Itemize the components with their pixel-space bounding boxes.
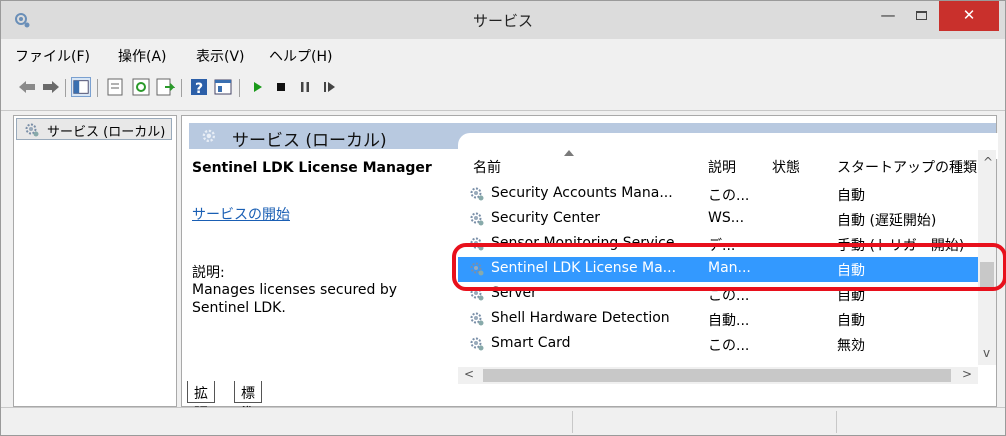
service-name-cell: Shell Hardware Detection bbox=[491, 310, 670, 326]
column-header-description[interactable]: 説明 bbox=[708, 157, 736, 177]
tree-item-label: サービス (ローカル) bbox=[47, 125, 166, 140]
properties-icon[interactable] bbox=[105, 77, 125, 97]
maximize-button[interactable] bbox=[906, 1, 936, 31]
toolbar-separator bbox=[97, 79, 98, 97]
services-gear-icon bbox=[25, 123, 39, 137]
services-gear-icon bbox=[202, 129, 216, 143]
column-header-name[interactable]: 名前 bbox=[473, 157, 501, 177]
toolbar-separator bbox=[65, 79, 66, 97]
scroll-down-icon[interactable]: v bbox=[983, 346, 990, 360]
toolbar: ? bbox=[1, 67, 1005, 111]
service-row[interactable]: Shell Hardware Detection 自動... 自動 bbox=[458, 307, 978, 332]
service-startup-cell: 自動 (遅延開始) bbox=[837, 213, 937, 229]
column-header-status[interactable]: 状態 bbox=[772, 157, 800, 177]
help-icon[interactable]: ? bbox=[189, 77, 209, 97]
highlight-annotation bbox=[452, 243, 1006, 291]
sort-ascending-icon bbox=[564, 150, 574, 156]
maximize-icon bbox=[915, 11, 927, 20]
view-icon[interactable] bbox=[213, 77, 233, 97]
restart-icon[interactable] bbox=[319, 77, 339, 97]
start-service-link[interactable]: サービスの開始 bbox=[192, 204, 290, 224]
status-bar bbox=[1, 407, 1005, 435]
description-text: Manages licenses secured by Sentinel LDK… bbox=[192, 282, 398, 316]
service-startup-cell: 自動 bbox=[837, 313, 865, 329]
menu-bar: ファイル(F) 操作(A) 表示(V) ヘルプ(H) bbox=[1, 43, 1005, 65]
title-bar[interactable]: サービス — ✕ bbox=[1, 1, 1005, 39]
service-name-cell: Security Center bbox=[491, 210, 601, 226]
service-gear-icon bbox=[470, 212, 484, 226]
forward-arrow-icon[interactable] bbox=[41, 77, 61, 97]
menu-file[interactable]: ファイル(F) bbox=[15, 46, 90, 66]
service-row[interactable]: Smart Card この... 無効 bbox=[458, 332, 978, 357]
service-startup-cell: 無効 bbox=[837, 338, 865, 354]
scroll-right-icon[interactable]: > bbox=[962, 367, 972, 381]
service-row[interactable]: Security Accounts Mana... この... 自動 bbox=[458, 182, 978, 207]
back-arrow-icon[interactable] bbox=[17, 77, 37, 97]
service-name-cell: Security Accounts Mana... bbox=[491, 185, 673, 201]
menu-help[interactable]: ヘルプ(H) bbox=[269, 46, 332, 66]
service-gear-icon bbox=[470, 337, 484, 351]
service-description-cell: WS... bbox=[708, 210, 745, 226]
stop-icon[interactable] bbox=[271, 77, 291, 97]
horizontal-scroll-thumb[interactable] bbox=[483, 369, 951, 382]
tree-item-services-local[interactable]: サービス (ローカル) bbox=[16, 118, 173, 140]
description-label: 説明: bbox=[192, 265, 225, 281]
start-icon[interactable] bbox=[247, 77, 267, 97]
service-description-cell: この... bbox=[708, 188, 750, 204]
tab-extended[interactable]: 拡張 bbox=[187, 381, 215, 422]
scroll-up-icon[interactable]: ^ bbox=[983, 155, 993, 169]
menu-view[interactable]: 表示(V) bbox=[196, 46, 245, 66]
service-description-cell: この... bbox=[708, 338, 750, 354]
selected-service-name: Sentinel LDK License Manager bbox=[192, 160, 432, 176]
svg-text:?: ? bbox=[195, 81, 203, 97]
show-hide-tree-icon[interactable] bbox=[71, 77, 91, 97]
pane-title: サービス (ローカル) bbox=[232, 131, 387, 151]
export-list-icon[interactable] bbox=[155, 77, 175, 97]
services-window: サービス — ✕ ファイル(F) 操作(A) 表示(V) ヘルプ(H) ? サー… bbox=[0, 0, 1006, 436]
menu-action[interactable]: 操作(A) bbox=[118, 46, 167, 66]
refresh-icon[interactable] bbox=[131, 77, 151, 97]
service-description-cell: 自動... bbox=[708, 313, 750, 329]
status-separator bbox=[836, 411, 837, 433]
service-row[interactable]: Security Center WS... 自動 (遅延開始) bbox=[458, 207, 978, 232]
console-tree: サービス (ローカル) bbox=[13, 115, 177, 407]
status-separator bbox=[572, 411, 573, 433]
toolbar-separator bbox=[239, 79, 240, 97]
service-startup-cell: 自動 bbox=[837, 188, 865, 204]
pause-icon[interactable] bbox=[295, 77, 315, 97]
tab-standard[interactable]: 標準 bbox=[234, 381, 262, 422]
close-button[interactable]: ✕ bbox=[939, 1, 999, 31]
scroll-left-icon[interactable]: < bbox=[464, 367, 474, 381]
window-title: サービス bbox=[472, 12, 533, 30]
toolbar-separator bbox=[181, 79, 182, 97]
service-name-cell: Smart Card bbox=[491, 335, 571, 351]
column-header-startup-type[interactable]: スタートアップの種類 bbox=[837, 157, 977, 177]
service-gear-icon bbox=[470, 187, 484, 201]
horizontal-scrollbar[interactable]: < > bbox=[458, 367, 978, 384]
minimize-button[interactable]: — bbox=[873, 1, 903, 31]
service-gear-icon bbox=[470, 312, 484, 326]
